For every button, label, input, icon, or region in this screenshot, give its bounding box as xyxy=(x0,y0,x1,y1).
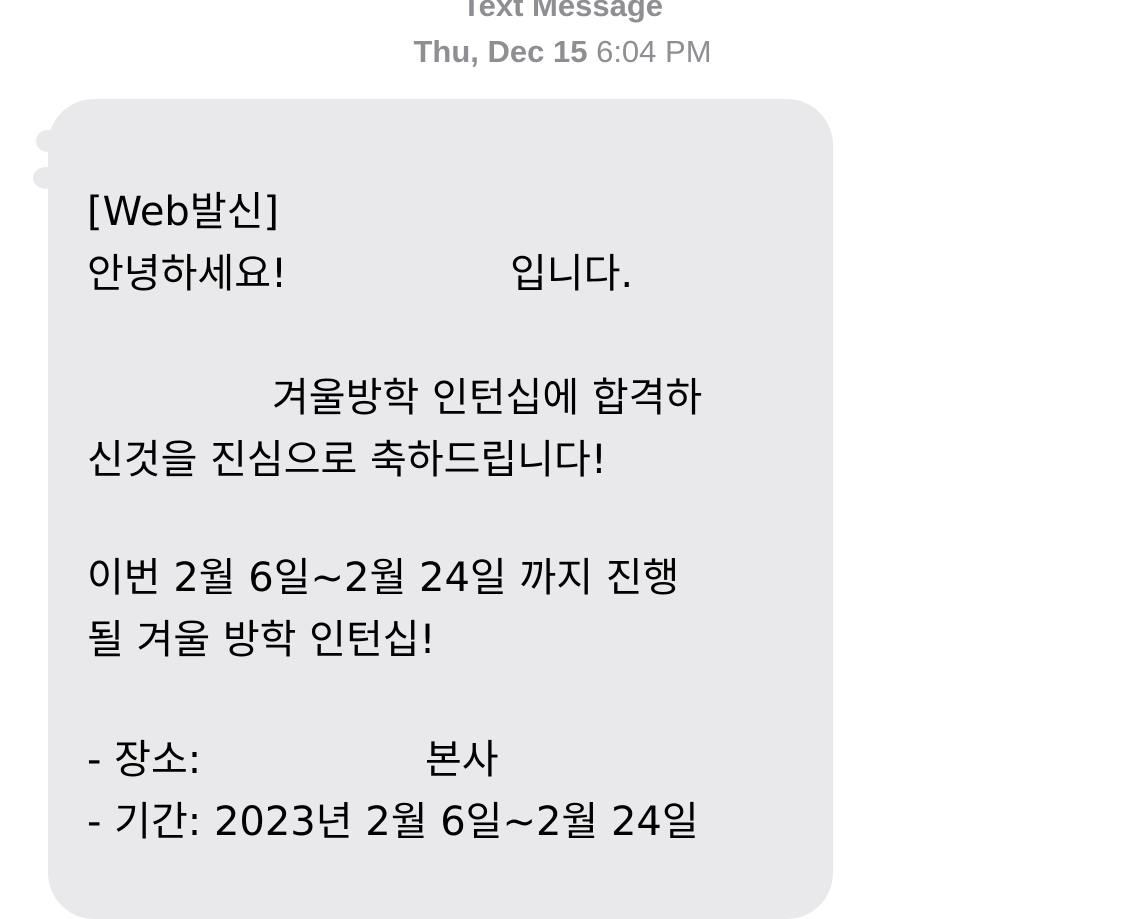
message-line: 이번 2월 6일~2월 24일 까지 진행 xyxy=(87,555,680,601)
timestamp-time: 6:04 PM xyxy=(596,34,712,69)
message-line: - 기간: 2023년 2월 6일~2월 24일 xyxy=(87,799,699,845)
message-line: 겨울방학 인턴십에 합격하 xyxy=(272,375,703,421)
message-line: 입니다. xyxy=(510,251,634,297)
message-timestamp: Thu, Dec 15 6:04 PM xyxy=(0,32,1125,72)
message-line: 안녕하세요! xyxy=(87,251,288,297)
message-line: 본사 xyxy=(425,737,499,783)
message-line: 될 겨울 방학 인턴십! xyxy=(87,617,436,663)
message-line: [Web발신] xyxy=(87,189,280,235)
service-label: Text Message xyxy=(461,0,663,23)
message-line: 신것을 진심으로 축하드립니다! xyxy=(87,437,607,483)
message-line: - 장소: xyxy=(87,737,202,783)
timestamp-day: Thu, Dec 15 xyxy=(413,34,588,69)
